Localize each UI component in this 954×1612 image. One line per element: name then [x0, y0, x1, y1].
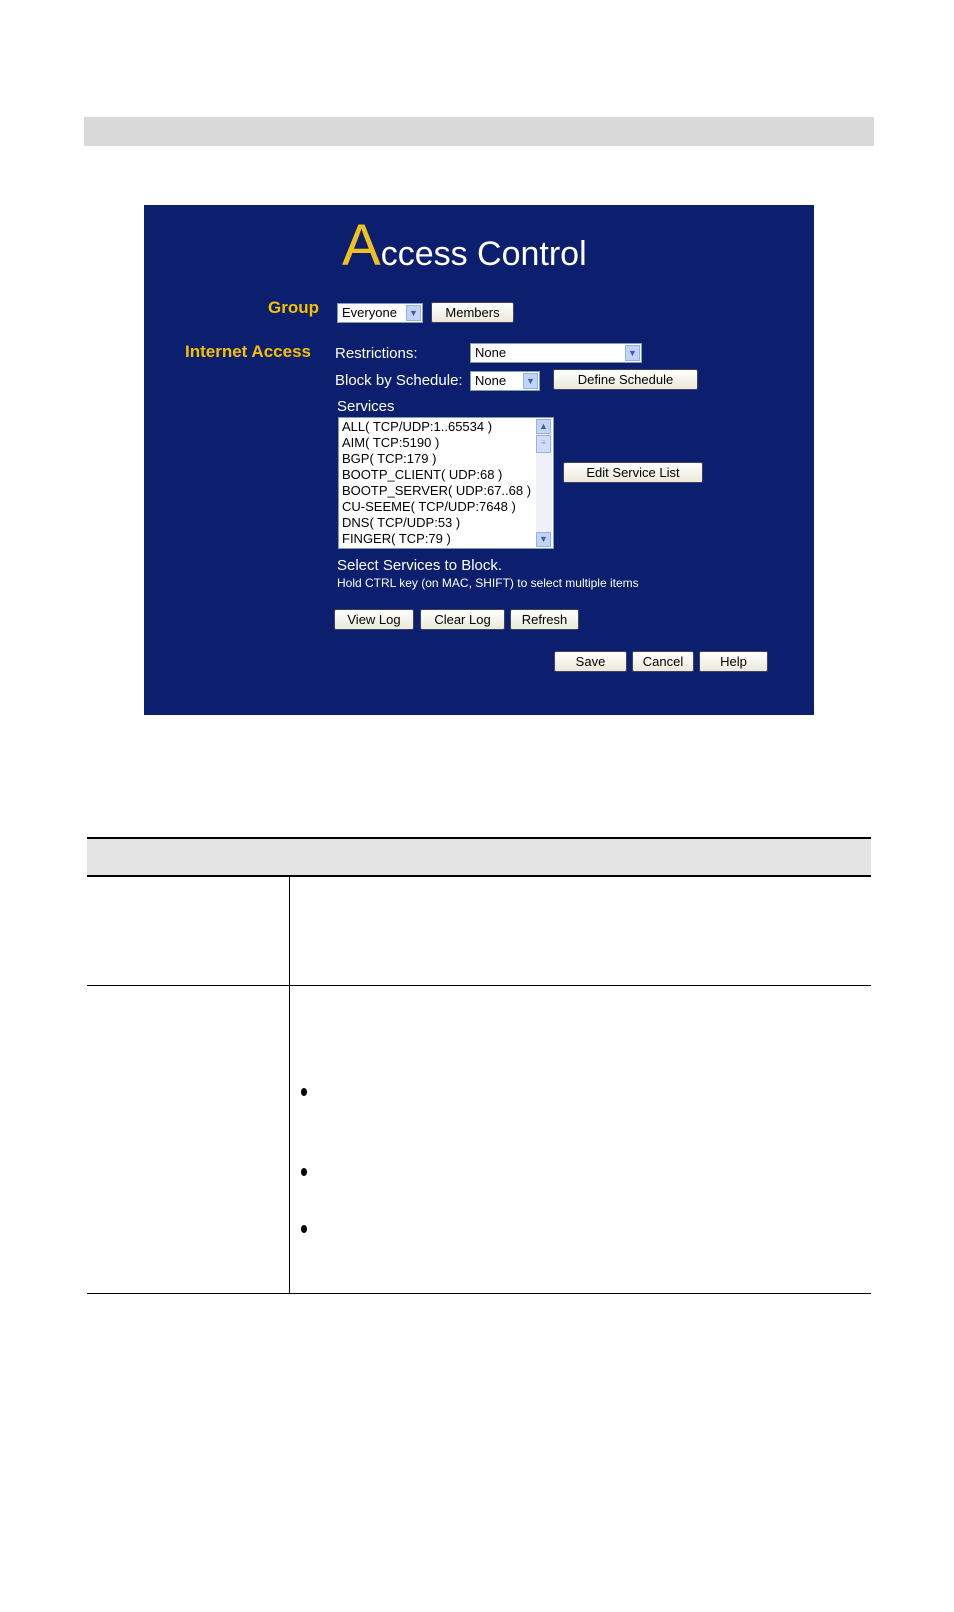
members-button[interactable]: Members	[431, 302, 514, 323]
chevron-down-icon: ▼	[625, 345, 640, 361]
table-bottom-rule	[87, 1293, 871, 1294]
section-header-bar	[84, 117, 874, 146]
bullet-icon	[301, 1088, 307, 1096]
service-option[interactable]: AIM( TCP:5190 )	[342, 435, 531, 451]
services-list: ALL( TCP/UDP:1..65534 ) AIM( TCP:5190 ) BG…	[342, 419, 531, 547]
service-option[interactable]: BOOTP_CLIENT( UDP:68 )	[342, 467, 531, 483]
multi-select-hint: Hold CTRL key (on MAC, SHIFT) to select …	[337, 576, 639, 590]
group-select[interactable]: Everyone ▼	[337, 303, 423, 323]
group-label: Group	[268, 298, 319, 317]
table-column-divider	[289, 877, 290, 1293]
service-option[interactable]: FINGER( TCP:79 )	[342, 531, 531, 547]
define-schedule-button[interactable]: Define Schedule	[553, 369, 698, 390]
table-header	[87, 839, 871, 875]
table-header-rule	[87, 875, 871, 877]
help-button[interactable]: Help	[699, 651, 768, 672]
edit-service-list-button[interactable]: Edit Service List	[563, 462, 703, 483]
page-title: Access Control	[342, 213, 587, 278]
restrictions-select[interactable]: None ▼	[470, 343, 642, 363]
chevron-down-icon: ▼	[406, 305, 421, 321]
service-option[interactable]: DNS( TCP/UDP:53 )	[342, 515, 531, 531]
services-listbox[interactable]: ALL( TCP/UDP:1..65534 ) AIM( TCP:5190 ) BG…	[338, 417, 554, 549]
services-hint: Select Services to Block.	[337, 557, 503, 574]
scroll-down-icon[interactable]: ▼	[536, 532, 551, 547]
refresh-button[interactable]: Refresh	[510, 609, 579, 630]
cancel-button[interactable]: Cancel	[632, 651, 694, 672]
bullet-icon	[301, 1168, 307, 1176]
internet-access-label: Internet Access	[185, 342, 311, 361]
restrictions-label: Restrictions:	[335, 345, 418, 362]
access-control-screenshot: Access Control Group Everyone ▼ Members …	[144, 205, 814, 715]
save-button[interactable]: Save	[554, 651, 627, 672]
services-scrollbar[interactable]: ▲ ≡ ▼	[536, 419, 552, 547]
schedule-select[interactable]: None ▼	[470, 371, 540, 391]
scroll-thumb[interactable]: ≡	[536, 435, 551, 453]
bullet-icon	[301, 1225, 307, 1233]
scroll-up-icon[interactable]: ▲	[536, 419, 551, 434]
block-by-schedule-label: Block by Schedule:	[335, 372, 463, 389]
service-option[interactable]: BGP( TCP:179 )	[342, 451, 531, 467]
services-label: Services	[337, 398, 395, 415]
table-row-divider	[87, 985, 871, 986]
service-option[interactable]: ALL( TCP/UDP:1..65534 )	[342, 419, 531, 435]
view-log-button[interactable]: View Log	[334, 609, 414, 630]
service-option[interactable]: CU-SEEME( TCP/UDP:7648 )	[342, 499, 531, 515]
service-option[interactable]: BOOTP_SERVER( UDP:67..68 )	[342, 483, 531, 499]
clear-log-button[interactable]: Clear Log	[420, 609, 505, 630]
chevron-down-icon: ▼	[523, 373, 538, 389]
